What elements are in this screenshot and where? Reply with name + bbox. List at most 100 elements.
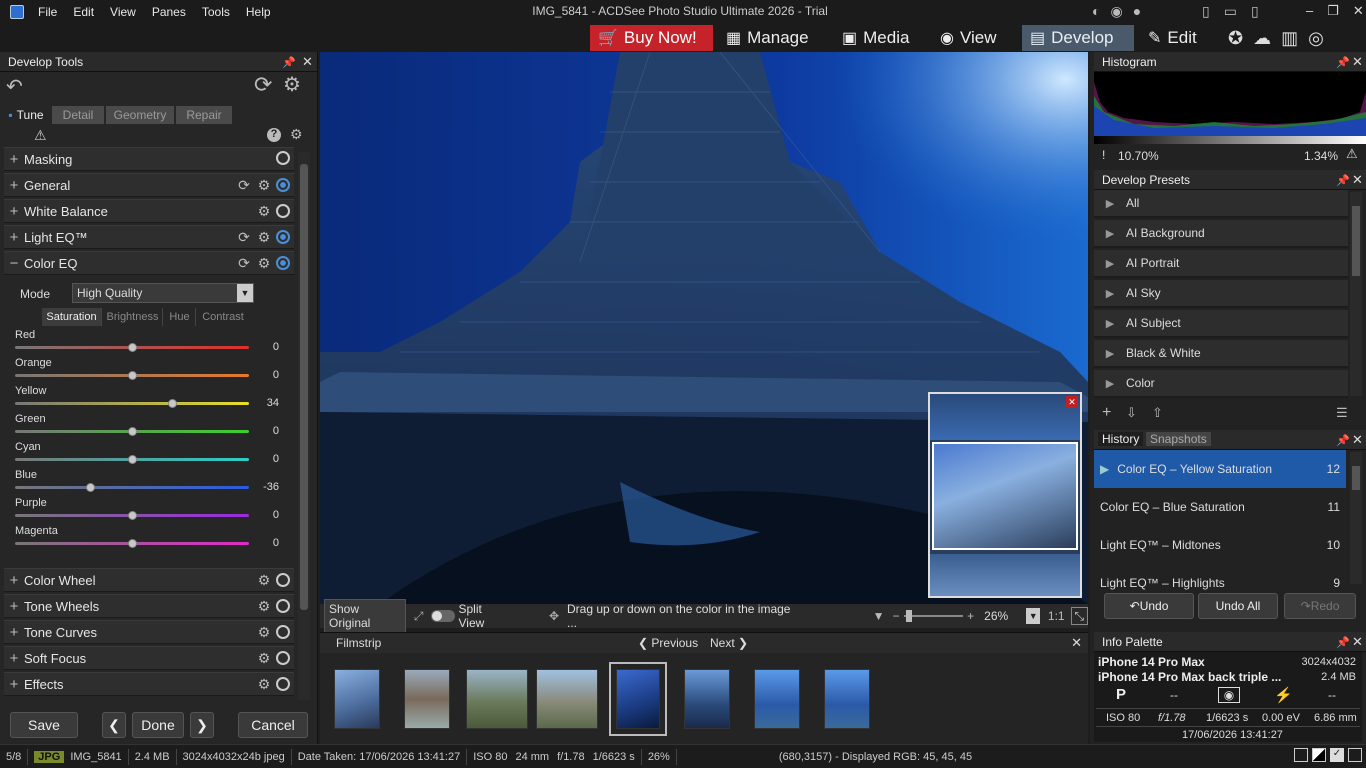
pin-icon[interactable]: 📌 bbox=[1336, 636, 1350, 649]
slider-value-blue[interactable]: -36 bbox=[239, 481, 279, 493]
close-presets-icon[interactable]: ✕ bbox=[1352, 172, 1363, 188]
expand-icon[interactable]: ▶ bbox=[1094, 257, 1126, 270]
tab-snapshots[interactable]: Snapshots bbox=[1146, 432, 1211, 446]
slider-value-purple[interactable]: 0 bbox=[239, 509, 279, 521]
slider-value-magenta[interactable]: 0 bbox=[239, 537, 279, 549]
account-icon[interactable]: ● bbox=[1133, 3, 1141, 20]
zoom-value[interactable]: 26% bbox=[984, 609, 1026, 623]
preset-item[interactable]: ▶ AI Sky bbox=[1094, 280, 1348, 308]
import-preset-icon[interactable]: ⇩ bbox=[1126, 405, 1137, 421]
gear-icon[interactable]: ⚙ bbox=[256, 624, 272, 640]
zoom-chevron-icon[interactable]: ▼ bbox=[1026, 608, 1040, 624]
undo-arrow-icon[interactable]: ↶ bbox=[6, 74, 23, 99]
filmstrip-thumbnail[interactable] bbox=[824, 669, 870, 729]
preset-item[interactable]: ▶ AI Background bbox=[1094, 220, 1348, 248]
previous-image-button[interactable]: ❮ bbox=[102, 712, 126, 738]
minimize-icon[interactable]: – bbox=[1306, 3, 1313, 19]
menu-file[interactable]: File bbox=[30, 5, 65, 19]
subtab-hue[interactable]: Hue bbox=[164, 308, 196, 326]
fit-icon[interactable]: ⤡ bbox=[1070, 607, 1088, 625]
slider-thumb-orange[interactable] bbox=[128, 371, 137, 380]
gear-icon[interactable]: ⚙ bbox=[256, 203, 272, 219]
presets-scrollbar[interactable] bbox=[1350, 192, 1362, 396]
gear-icon[interactable]: ⚙ bbox=[256, 572, 272, 588]
edit-mode-button[interactable]: ✎ Edit bbox=[1140, 25, 1205, 51]
expand-icon[interactable]: ▶ bbox=[1094, 227, 1126, 240]
tab-tune[interactable]: ▪ Tune bbox=[2, 106, 50, 124]
filmstrip-thumbnail[interactable] bbox=[609, 662, 667, 736]
slider-value-orange[interactable]: 0 bbox=[239, 369, 279, 381]
split-view-toggle[interactable] bbox=[431, 610, 455, 622]
bottom-pane-icon[interactable]: ▭ bbox=[1224, 3, 1237, 20]
slider-track-purple[interactable] bbox=[15, 511, 249, 520]
filmstrip-thumbnail[interactable] bbox=[466, 669, 528, 729]
notification-icon[interactable]: ◉ bbox=[1110, 3, 1122, 20]
section-color-eq[interactable]: − Color EQ ⟳ ⚙ bbox=[4, 251, 294, 275]
slider-thumb-blue[interactable] bbox=[85, 483, 95, 492]
menu-tools[interactable]: Tools bbox=[194, 5, 238, 19]
tab-history[interactable]: History bbox=[1098, 432, 1144, 446]
reset-icon[interactable]: ⟳ bbox=[236, 255, 252, 271]
history-item[interactable]: ▶ Color EQ – Yellow Saturation 12 bbox=[1094, 450, 1346, 488]
slider-thumb-yellow[interactable] bbox=[167, 399, 177, 408]
app-icon[interactable] bbox=[10, 5, 24, 19]
slider-track-yellow[interactable] bbox=[15, 399, 249, 408]
zoom-in-icon[interactable]: + bbox=[967, 609, 974, 623]
pin-icon[interactable]: 📌 bbox=[1336, 56, 1350, 69]
actual-size-button[interactable]: 1:1 bbox=[1048, 609, 1065, 623]
mode-select[interactable]: High Quality ▼ bbox=[72, 283, 254, 303]
tools-settings-icon[interactable]: ⚙ bbox=[290, 126, 303, 143]
settings-icon[interactable]: ⚙ bbox=[283, 72, 301, 97]
preset-item[interactable]: ▶ Black & White bbox=[1094, 340, 1348, 368]
toggle-icon[interactable] bbox=[276, 625, 290, 639]
cloud-365-icon[interactable]: ☁ bbox=[1253, 28, 1271, 49]
gear-icon[interactable]: ⚙ bbox=[256, 598, 272, 614]
preset-item[interactable]: ▶ AI Subject bbox=[1094, 310, 1348, 338]
slider-track-cyan[interactable] bbox=[15, 455, 249, 464]
expand-icon[interactable]: ▶ bbox=[1094, 317, 1126, 330]
slider-thumb-magenta[interactable] bbox=[128, 539, 137, 548]
tab-repair[interactable]: Repair bbox=[176, 106, 232, 124]
slider-thumb-red[interactable] bbox=[128, 343, 137, 352]
right-pane-icon[interactable]: ▯ bbox=[1251, 3, 1259, 20]
slider-track-green[interactable] bbox=[15, 427, 249, 436]
save-button[interactable]: Save bbox=[10, 712, 78, 738]
subtab-saturation[interactable]: Saturation bbox=[42, 308, 102, 326]
panel-scrollbar[interactable] bbox=[298, 152, 310, 700]
expand-icon[interactable]: ▶ bbox=[1094, 347, 1126, 360]
close-icon[interactable]: ✕ bbox=[1353, 3, 1364, 19]
filmstrip-thumbnail[interactable] bbox=[754, 669, 800, 729]
gear-icon[interactable]: ⚙ bbox=[256, 177, 272, 193]
gear-icon[interactable]: ⚙ bbox=[256, 255, 272, 271]
reset-icon[interactable]: ⟳ bbox=[236, 229, 252, 245]
menu-edit[interactable]: Edit bbox=[65, 5, 102, 19]
section-tone-curves[interactable]: + Tone Curves ⚙ bbox=[4, 620, 294, 644]
navigator-viewport[interactable] bbox=[932, 442, 1078, 550]
subtab-brightness[interactable]: Brightness bbox=[103, 308, 163, 326]
slider-value-green[interactable]: 0 bbox=[239, 425, 279, 437]
menu-view[interactable]: View bbox=[102, 5, 144, 19]
toggle-icon[interactable] bbox=[276, 230, 290, 244]
frame-icon[interactable] bbox=[1294, 748, 1308, 762]
zoom-dropdown-icon[interactable]: ▼ bbox=[873, 609, 885, 623]
reset-all-icon[interactable]: ⟳ bbox=[254, 72, 272, 98]
navigator-overlay[interactable]: ✕ bbox=[928, 392, 1082, 598]
toggle-icon[interactable] bbox=[276, 204, 290, 218]
done-button[interactable]: Done bbox=[132, 712, 184, 738]
section-soft-focus[interactable]: + Soft Focus ⚙ bbox=[4, 646, 294, 670]
menu-help[interactable]: Help bbox=[238, 5, 279, 19]
filmstrip-thumbnail[interactable] bbox=[404, 669, 450, 729]
help-icon[interactable]: ? bbox=[267, 128, 281, 142]
reset-icon[interactable]: ⟳ bbox=[236, 177, 252, 193]
manage-mode-button[interactable]: ▦ Manage bbox=[718, 25, 817, 51]
fullscreen-icon[interactable]: ⤢ bbox=[414, 609, 424, 624]
history-scrollbar[interactable] bbox=[1350, 452, 1362, 584]
filmstrip-thumbnail[interactable] bbox=[536, 669, 598, 729]
toggle-icon[interactable] bbox=[276, 178, 290, 192]
previous-button[interactable]: ❮ Previous bbox=[638, 636, 698, 650]
pin-icon[interactable]: 📌 bbox=[1336, 174, 1350, 187]
expand-icon[interactable]: ▶ bbox=[1094, 197, 1126, 210]
next-image-button[interactable]: ❯ bbox=[190, 712, 214, 738]
sound-icon[interactable]: ◐ bbox=[1092, 3, 1100, 20]
tab-detail[interactable]: Detail bbox=[52, 106, 104, 124]
